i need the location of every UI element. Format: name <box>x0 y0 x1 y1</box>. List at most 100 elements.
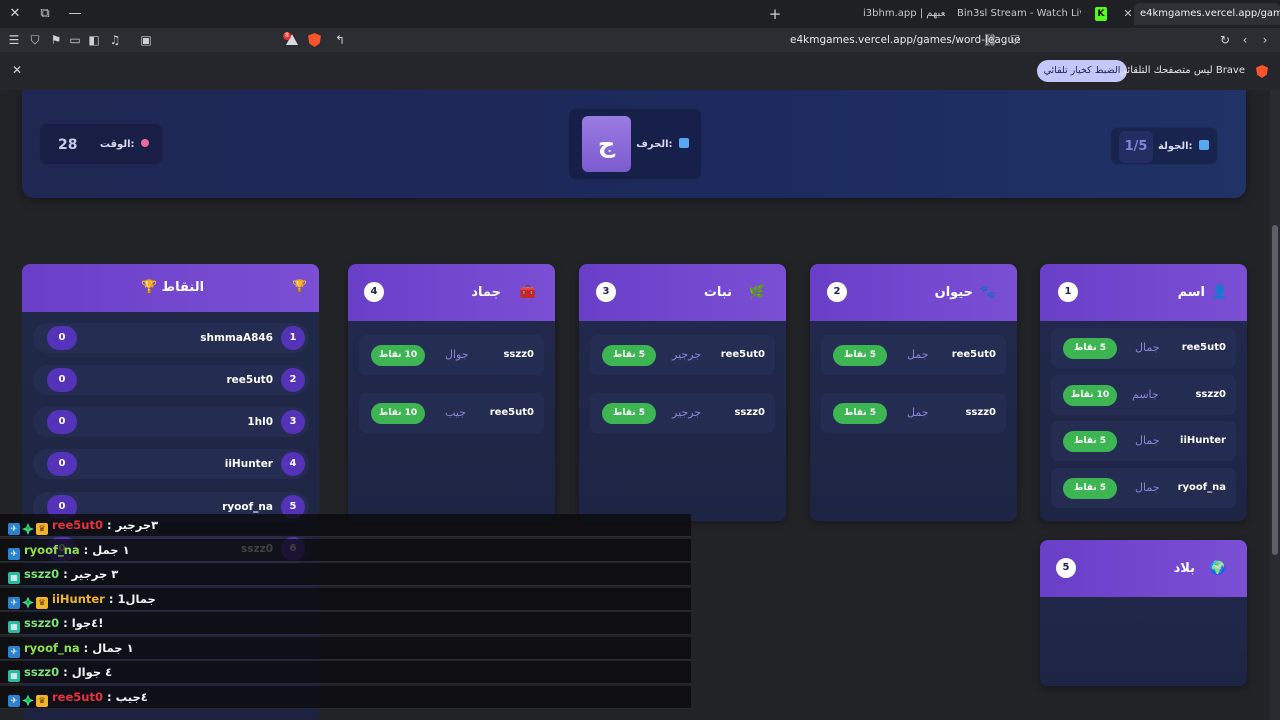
share-icon[interactable]: ↰ <box>331 31 349 49</box>
shield-icon[interactable]: ⛉ <box>26 31 44 49</box>
back-icon[interactable]: ‹ <box>1236 31 1254 49</box>
rewards-icon[interactable]: ⚑ <box>47 31 65 49</box>
blue-badge-icon: ✈ <box>8 547 20 560</box>
brave-rewards-badge[interactable]: 8 <box>283 32 301 48</box>
card-header: 🐾 حيوان 2 <box>810 264 1017 321</box>
category-card-animal: 🐾 حيوان 2 ree5ut0 جمل 5 نقاط sszz0 جمل 5… <box>810 264 1017 521</box>
entry-word: جمال <box>1135 341 1160 354</box>
chat-text: ٤ جوال <box>71 665 113 679</box>
entry-points: 5 نقاط <box>1063 431 1117 452</box>
entry-points: 10 نقاط <box>371 403 425 424</box>
close-window-button[interactable]: ✕ <box>4 4 26 24</box>
restore-window-button[interactable]: ⧉ <box>34 4 56 24</box>
chat-message: ▦ sszz0 : ٤جوا! <box>0 612 691 635</box>
chat-username[interactable]: ree5ut0 <box>52 690 103 704</box>
og-badge-icon: ▦ <box>8 572 20 584</box>
blue-badge-icon: ✈ <box>8 596 20 609</box>
entry-player: ree5ut0 <box>951 349 996 360</box>
entry-word: جوال <box>445 348 469 361</box>
chat-text: ٤جوا! <box>71 616 104 630</box>
toolbox-icon: 🧰 <box>519 285 537 300</box>
tab-search-icon[interactable]: ▣ <box>137 31 155 49</box>
answer-entry: iiHunter جمال 5 نقاط <box>1051 421 1236 461</box>
scrollbar-thumb[interactable] <box>1272 225 1278 555</box>
chat-text: ٣ جرجير <box>71 567 119 581</box>
player-name: ree5ut0 <box>226 374 273 386</box>
entry-player: sszz0 <box>734 407 765 418</box>
card-number: 3 <box>596 282 616 302</box>
chat-separator: : <box>59 616 72 630</box>
paw-icon: 🐾 <box>979 285 997 300</box>
player-score: 0 <box>47 368 77 392</box>
infobar-message: Brave ليس متصفحك التلقائي. <box>1115 65 1245 76</box>
game-header: الجولة: 1/5 الحرف: ج الوقت: 28 <box>22 90 1246 198</box>
close-icon[interactable]: ✕ <box>9 62 25 78</box>
points-title: النقاط <box>161 280 205 295</box>
entry-player: ree5ut0 <box>720 349 765 360</box>
chat-separator: : <box>102 518 116 532</box>
blue-badge-icon: ✈ <box>8 523 20 535</box>
chat-username[interactable]: sszz0 <box>24 616 59 630</box>
chat-text: جمال1 <box>117 591 156 606</box>
time-value: 28 <box>58 137 78 153</box>
badge-count: 8 <box>283 32 291 40</box>
entry-word: جمال <box>1135 434 1160 447</box>
green-badge-icon: ✦ <box>22 694 34 707</box>
tab-e4kmgames[interactable]: e4kmgames.vercel.app/games/w <box>1134 3 1280 25</box>
card-title: نبات <box>703 285 732 300</box>
chat-text: ١ جمال <box>92 640 134 655</box>
card-number: 2 <box>827 282 847 302</box>
tab-i3bhm[interactable]: i3bhm.app | لعبهم <box>863 3 945 25</box>
tab-kick-stream[interactable]: Bin3sl Stream - Watch Live on Kick <box>957 3 1081 25</box>
chat-username[interactable]: sszz0 <box>24 665 59 679</box>
chat-separator: : <box>102 689 116 704</box>
answer-entry: ree5ut0 جرجير 5 نقاط <box>590 335 775 375</box>
round-label: الجولة: <box>1158 141 1193 152</box>
wallet-icon[interactable]: ▭ <box>66 31 84 49</box>
chat-separator: : <box>79 542 93 557</box>
answer-entry: ryoof_na جمال 5 نقاط <box>1051 468 1236 508</box>
tab-bar: ✕ ⧉ — + i3bhm.app | لعبهم Bin3sl Stream … <box>0 0 1280 28</box>
default-browser-infobar: ✕ الضبط كخيار تلقائي Brave ليس متصفحك ال… <box>0 52 1280 90</box>
category-card-object: 🧰 جماد 4 sszz0 جوال 10 نقاط ree5ut0 جيب … <box>348 264 555 521</box>
refresh-icon <box>1199 140 1209 150</box>
entry-points: 5 نقاط <box>1063 478 1117 499</box>
sidebar-icon[interactable]: ◧ <box>85 31 103 49</box>
chat-message: ✈ ryoof_na : ١ جمل <box>0 538 691 562</box>
menu-icon[interactable]: ☰ <box>5 31 23 49</box>
entry-player: ree5ut0 <box>1181 342 1226 353</box>
chat-username[interactable]: sszz0 <box>24 567 59 581</box>
entry-player: ree5ut0 <box>489 407 534 418</box>
rank-badge: 4 <box>281 452 305 476</box>
chat-username[interactable]: ryoof_na <box>24 641 80 655</box>
set-default-button[interactable]: الضبط كخيار تلقائي <box>1037 60 1127 82</box>
entry-points: 5 نقاط <box>602 403 656 424</box>
chat-message: ✈ ✦ ♛ ree5ut0 : ٤جيب <box>0 685 691 709</box>
green-badge-icon: ✦ <box>22 596 34 609</box>
chat-username[interactable]: ryoof_na <box>24 543 80 557</box>
music-icon[interactable]: ♫ <box>106 31 124 49</box>
entry-points: 5 نقاط <box>833 403 887 424</box>
answer-entry: ree5ut0 جيب 10 نقاط <box>359 393 544 433</box>
reload-icon[interactable]: ↻ <box>1216 31 1234 49</box>
page-scrollbar[interactable] <box>1270 90 1280 720</box>
chat-text: ٣جرجير <box>115 518 159 532</box>
alarm-clock-icon <box>141 139 149 147</box>
new-tab-button[interactable]: + <box>766 3 784 25</box>
minimize-window-button[interactable]: — <box>64 4 86 24</box>
category-card-country: 🌍 بلاد 5 <box>1040 540 1247 686</box>
chat-username[interactable]: ree5ut0 <box>52 518 103 532</box>
rank-badge: 2 <box>281 368 305 392</box>
card-number: 1 <box>1058 282 1078 302</box>
entry-word: جرجير <box>672 406 702 419</box>
leaderboard-row: 4 iiHunter 0 <box>33 449 309 479</box>
entry-points: 5 نقاط <box>602 345 656 366</box>
abc-icon <box>679 138 689 148</box>
forward-icon[interactable]: › <box>1256 31 1274 49</box>
link-icon[interactable]: ⛓ <box>981 31 999 49</box>
points-header: 🏆 النقاط 🏆 <box>22 264 319 312</box>
entry-word: جمل <box>907 406 929 419</box>
bookmark-icon[interactable]: ⛉ <box>1006 31 1024 49</box>
close-tab-icon[interactable]: ✕ <box>1121 3 1135 25</box>
chat-username[interactable]: iiHunter <box>52 592 105 606</box>
